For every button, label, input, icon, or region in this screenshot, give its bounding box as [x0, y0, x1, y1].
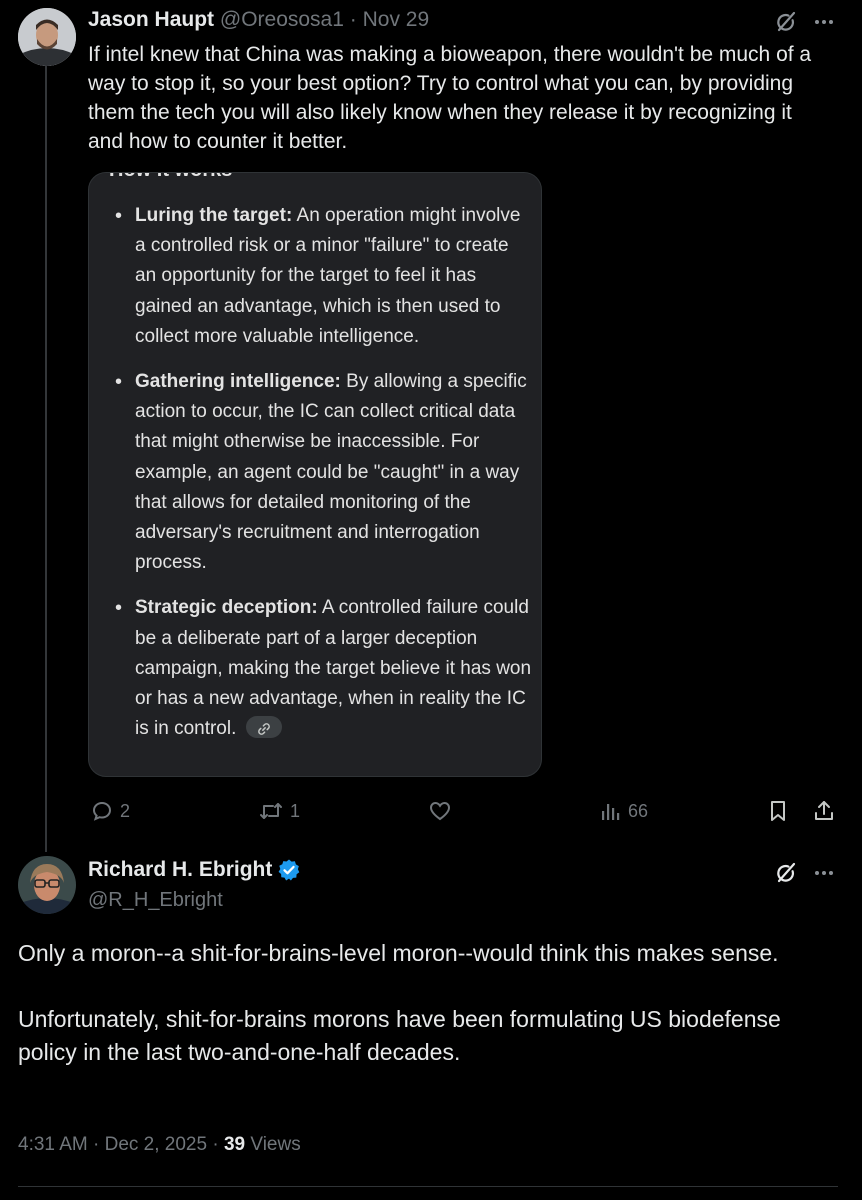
views-count: 66	[628, 800, 649, 821]
quote-bullet-title: Gathering intelligence:	[135, 371, 341, 393]
quote-bullet-item: Strategic deception: A controlled failur…	[113, 593, 533, 744]
tweet2-author-name-row: Richard H. Ebright	[88, 858, 301, 882]
grok-icon[interactable]	[774, 10, 798, 34]
tweet2-views-label: Views	[250, 1134, 301, 1155]
reply-count: 2	[120, 800, 131, 821]
share-icon	[815, 801, 833, 820]
verified-badge-icon	[278, 859, 300, 881]
reply-button[interactable]: 2	[90, 796, 130, 826]
tweet2-paragraph: Only a moron--a shit-for-brains-level mo…	[18, 940, 779, 966]
more-icon[interactable]	[812, 861, 836, 885]
tweet1-action-bar: 2 1 66	[88, 796, 838, 826]
quote-bullet-title: Strategic deception:	[135, 597, 318, 619]
tweet2-author-handle[interactable]: @R_H_Ebright	[88, 889, 223, 912]
views-button[interactable]: 66	[598, 796, 648, 826]
tweet1-author-handle[interactable]: @Oreososa1	[220, 8, 344, 31]
quote-bullet-body: A controlled failure could be a delibera…	[135, 597, 532, 740]
tweet2-author-name[interactable]: Richard H. Ebright	[88, 858, 272, 882]
tweet1-author-name[interactable]: Jason Haupt	[88, 8, 214, 31]
tweet2-views-count: 39	[223, 1134, 246, 1155]
bookmark-button[interactable]	[766, 796, 790, 826]
quote-bullet-list: Luring the target: An operation might in…	[113, 201, 533, 759]
tweet2-text: Only a moron--a shit-for-brains-level mo…	[18, 937, 838, 1102]
tweet1-header: Jason Haupt @Oreososa1 · Nov 29	[88, 8, 429, 32]
quote-heading: How it works	[109, 173, 232, 182]
link-icon	[257, 723, 270, 736]
tweet1-dot-separator: ·	[349, 8, 357, 31]
more-icon[interactable]	[812, 10, 836, 34]
quote-bullet-title: Luring the target:	[135, 205, 293, 226]
grok-icon[interactable]	[774, 861, 798, 885]
heart-icon	[429, 801, 451, 821]
quote-bullet-body: By allowing a specific action to occur, …	[135, 371, 527, 574]
share-button[interactable]	[812, 796, 836, 826]
quote-bullet-body: An operation might involve a controlled …	[135, 205, 521, 347]
repost-button[interactable]: 1	[258, 796, 300, 826]
tweet1-date[interactable]: Nov 29	[363, 8, 430, 31]
quoted-screenshot-card[interactable]: How it works Luring the target: An opera…	[88, 172, 542, 777]
avatar-richard-ebright[interactable]	[18, 856, 76, 914]
thread-line	[45, 66, 47, 852]
tweet2-timestamp[interactable]: 4:31 AM · Dec 2, 2025 ·	[18, 1134, 219, 1155]
views-icon	[602, 804, 620, 820]
avatar-jason-haupt[interactable]	[18, 8, 76, 66]
repost-icon	[260, 803, 282, 819]
quote-bullet-item: Gathering intelligence: By allowing a sp…	[113, 367, 533, 578]
quote-bullet-item: Luring the target: An operation might in…	[113, 201, 533, 352]
bookmark-icon	[771, 801, 785, 821]
repost-count: 1	[290, 800, 301, 821]
tweet2-paragraph: Unfortunately, shit-for-brains morons ha…	[18, 1006, 781, 1065]
divider	[18, 1186, 838, 1187]
like-button[interactable]	[428, 796, 458, 826]
link-chip[interactable]	[245, 716, 282, 739]
reply-icon	[92, 801, 112, 821]
tweet2-metadata: 4:31 AM · Dec 2, 2025 · 39 Views	[18, 1134, 301, 1156]
tweet1-text: If intel knew that China was making a bi…	[88, 43, 812, 153]
